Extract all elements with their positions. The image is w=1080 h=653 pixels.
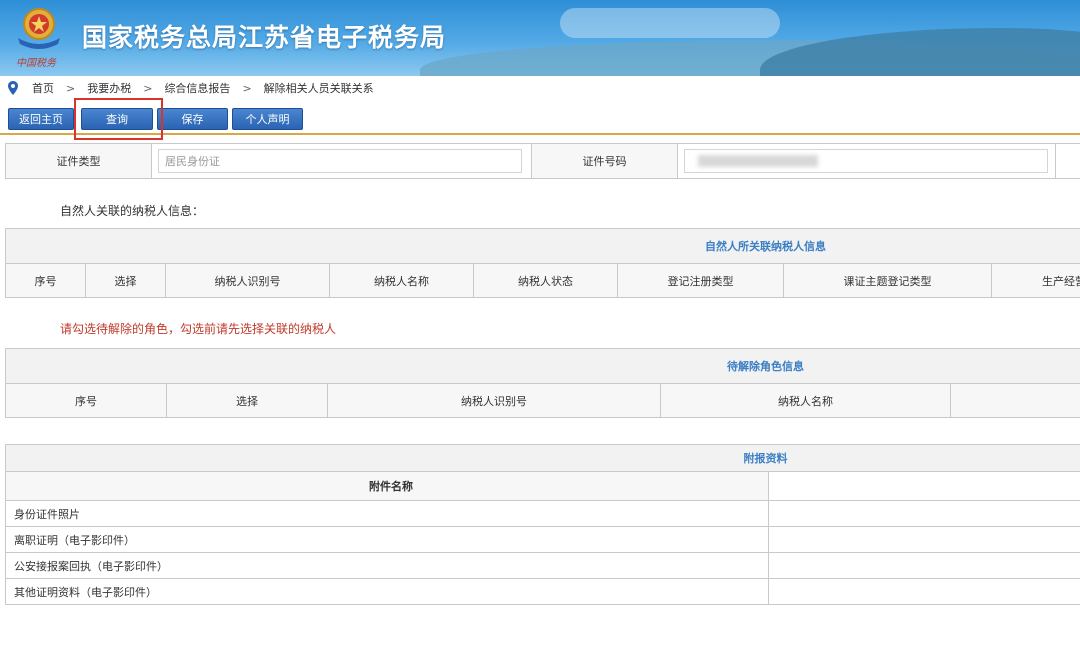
banner-mountain-back	[760, 28, 1080, 76]
col-taxpayer-id: 纳税人识别号	[327, 383, 661, 418]
redacted-id-number	[698, 155, 818, 167]
header-banner: 中国税务 国家税务总局江苏省电子税务局	[0, 0, 1080, 76]
query-highlight-box	[74, 98, 163, 140]
attachment-upload-cell[interactable]	[768, 578, 1080, 605]
col-taxpayer-status: 纳税人状态	[473, 263, 618, 298]
pending-roles-table: 待解除角色信息 序号 选择 纳税人识别号 纳税人名称	[4, 348, 1080, 418]
banner-cloud	[560, 8, 780, 38]
tax-emblem-icon	[18, 8, 60, 49]
table-row: 其他证明资料（电子影印件）	[5, 578, 1080, 605]
location-pin-icon	[8, 81, 18, 95]
col-index: 序号	[5, 263, 86, 298]
breadcrumb: 首页 > 我要办税 > 综合信息报告 > 解除相关人员关联关系	[0, 77, 1080, 99]
site-title: 国家税务总局江苏省电子税务局	[82, 23, 447, 52]
id-type-select[interactable]: 居民身份证	[158, 149, 522, 173]
attachment-name-header: 附件名称	[5, 471, 769, 501]
attachment-name: 离职证明（电子影印件）	[5, 526, 769, 553]
col-select: 选择	[166, 383, 328, 418]
attachment-upload-header	[768, 471, 1080, 501]
col-registration-type: 登记注册类型	[617, 263, 784, 298]
col-select: 选择	[85, 263, 166, 298]
breadcrumb-current: 解除相关人员关联关系	[263, 82, 374, 95]
col-index: 序号	[5, 383, 167, 418]
attachments-caption: 附报资料	[5, 444, 1080, 472]
breadcrumb-info-report[interactable]: 综合信息报告	[164, 80, 230, 96]
breadcrumb-home[interactable]: 首页	[32, 80, 54, 96]
col-taxpayer-id: 纳税人识别号	[165, 263, 330, 298]
save-button[interactable]: 保存	[157, 108, 228, 130]
attachment-upload-cell[interactable]	[768, 526, 1080, 553]
col-taxpayer-name: 纳税人名称	[329, 263, 474, 298]
warning-message: 请勾选待解除的角色，勾选前请先选择关联的纳税人	[60, 322, 337, 336]
id-type-label: 证件类型	[6, 144, 152, 178]
breadcrumb-separator: >	[242, 81, 252, 95]
attachments-table: 附报资料 附件名称 身份证件照片 离职证明（电子影印件） 公安接报案回执（电子影…	[5, 444, 1080, 605]
related-section-title: 自然人关联的纳税人信息：	[60, 204, 205, 218]
pending-table-caption: 待解除角色信息	[4, 348, 1080, 384]
attachment-name: 公安接报案回执（电子影印件）	[5, 552, 769, 579]
table-row: 离职证明（电子影印件）	[5, 526, 1080, 553]
col-taxpayer-name: 纳税人名称	[660, 383, 951, 418]
id-row: 证件类型 居民身份证 证件号码	[5, 143, 1080, 179]
related-table-caption: 自然人所关联纳税人信息	[5, 228, 1080, 264]
attachment-upload-cell[interactable]	[768, 500, 1080, 527]
col-empty	[949, 383, 1080, 418]
personal-statement-button[interactable]: 个人声明	[232, 108, 303, 130]
attachment-name: 身份证件照片	[5, 500, 769, 527]
breadcrumb-separator: >	[143, 81, 153, 95]
table-row: 身份证件照片	[5, 500, 1080, 527]
id-type-cell: 居民身份证	[152, 144, 532, 178]
col-production-operation: 生产经营	[991, 263, 1080, 298]
attachment-name: 其他证明资料（电子影印件）	[5, 578, 769, 605]
table-row: 公安接报案回执（电子影印件）	[5, 552, 1080, 579]
attachment-upload-cell[interactable]	[768, 552, 1080, 579]
breadcrumb-tax-service[interactable]: 我要办税	[87, 80, 131, 96]
back-home-button[interactable]: 返回主页	[8, 108, 74, 130]
col-subject-registration-type: 课证主题登记类型	[783, 263, 992, 298]
related-taxpayer-table: 自然人所关联纳税人信息 序号 选择 纳税人识别号 纳税人名称 纳税人状态 登记注…	[5, 228, 1080, 298]
breadcrumb-separator: >	[66, 81, 76, 95]
emblem-caption: 中国税务	[16, 58, 56, 69]
id-number-label: 证件号码	[532, 144, 678, 178]
